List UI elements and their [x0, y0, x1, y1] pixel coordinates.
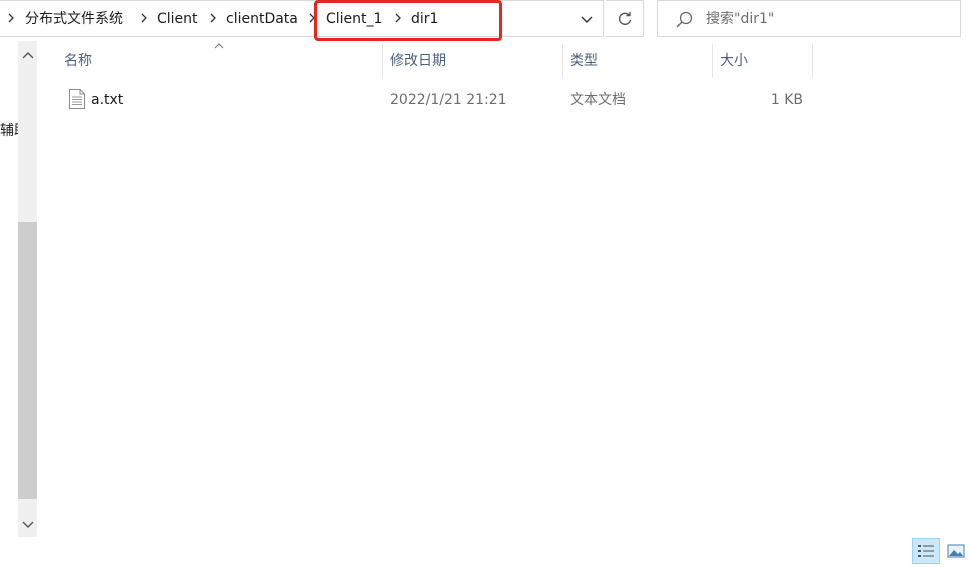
column-divider[interactable] — [812, 44, 813, 78]
file-name[interactable]: a.txt — [91, 86, 123, 114]
highlight-annotation — [314, 0, 502, 41]
file-explorer-window: 分布式文件系统 Client clientData Client_1 dir1 — [0, 0, 972, 567]
column-header-name[interactable]: 名称 — [56, 44, 382, 78]
navigation-pane-item[interactable]: 辅助 — [0, 120, 18, 140]
details-view-icon — [918, 545, 934, 557]
text-file-icon — [69, 89, 85, 109]
large-icons-view-button[interactable] — [942, 538, 970, 564]
chevron-down-icon — [22, 521, 33, 528]
address-history-dropdown[interactable] — [571, 3, 603, 36]
chevron-right-icon[interactable] — [6, 12, 16, 26]
file-type: 文本文档 — [570, 92, 626, 108]
navigation-pane-scrollbar[interactable] — [18, 41, 37, 537]
search-icon — [676, 11, 693, 28]
large-icons-view-icon — [947, 544, 965, 558]
chevron-down-icon — [581, 16, 593, 23]
scroll-down-button[interactable] — [18, 515, 37, 535]
file-row[interactable]: a.txt 2022/1/21 21:21 文本文档 1 KB — [56, 86, 816, 114]
details-view-button[interactable] — [912, 538, 940, 564]
search-input[interactable] — [706, 8, 946, 30]
address-bar[interactable]: 分布式文件系统 Client clientData Client_1 dir1 — [0, 0, 604, 37]
breadcrumb-item[interactable]: 分布式文件系统 — [25, 9, 123, 29]
breadcrumb-item[interactable]: Client — [157, 9, 198, 29]
chevron-right-icon[interactable] — [139, 12, 149, 26]
chevron-up-icon — [22, 52, 33, 59]
column-header-type[interactable]: 类型 — [562, 44, 712, 78]
file-size: 1 KB — [770, 92, 803, 108]
search-box[interactable] — [657, 0, 961, 37]
scroll-thumb[interactable] — [18, 222, 37, 499]
refresh-icon — [618, 11, 631, 25]
column-header-size[interactable]: 大小 — [712, 44, 812, 78]
breadcrumb-item[interactable]: clientData — [226, 9, 298, 29]
refresh-button[interactable] — [606, 0, 644, 37]
file-modified-date: 2022/1/21 21:21 — [390, 92, 507, 108]
chevron-right-icon[interactable] — [208, 12, 218, 26]
column-header-modified[interactable]: 修改日期 — [382, 44, 562, 78]
scroll-up-button[interactable] — [18, 45, 37, 65]
